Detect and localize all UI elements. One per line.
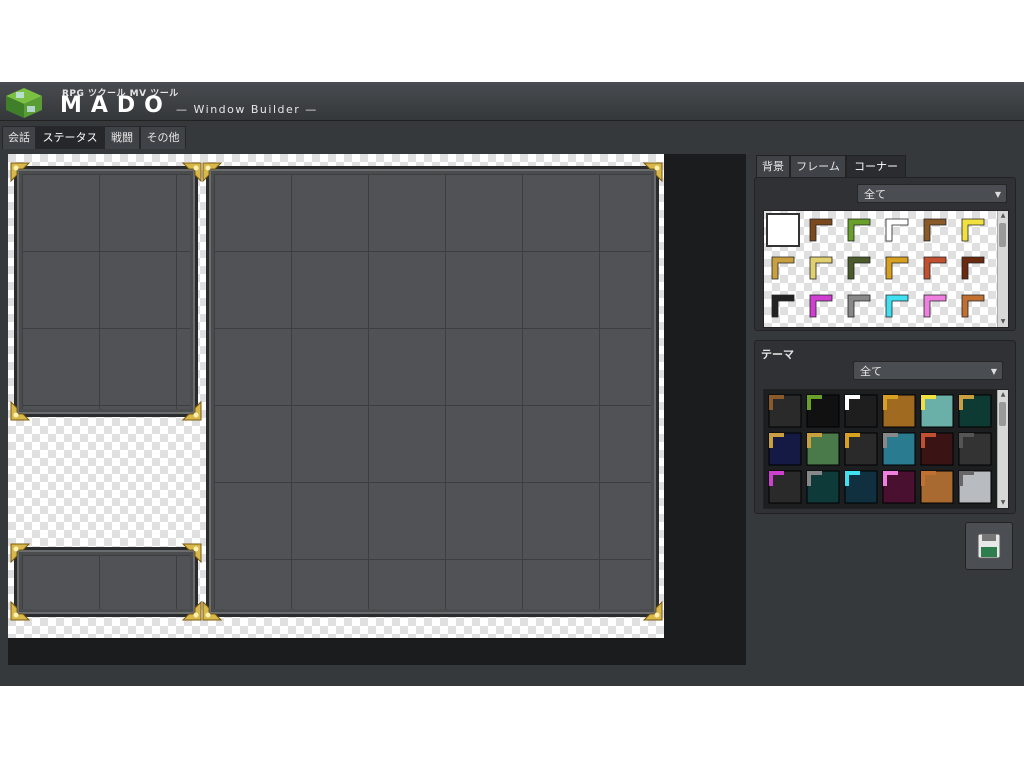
- corner-brown-small-icon[interactable]: [918, 213, 952, 247]
- scroll-thumb[interactable]: [999, 223, 1006, 247]
- gold-corner-icon: [181, 600, 202, 621]
- theme-green-dark-icon[interactable]: [958, 394, 992, 428]
- status-window-main[interactable]: [202, 162, 663, 621]
- theme-gallery[interactable]: ▲ ▼: [763, 389, 1009, 509]
- tab-other[interactable]: その他: [140, 126, 186, 149]
- theme-maroon-icon[interactable]: [920, 432, 954, 466]
- corner-copper-icon[interactable]: [956, 289, 990, 323]
- corner-wood-icon[interactable]: [804, 213, 838, 247]
- theme-scrollbar[interactable]: ▲ ▼: [997, 390, 1008, 508]
- corner-dark-brown-icon[interactable]: [956, 251, 990, 285]
- editor-canvas[interactable]: [8, 154, 746, 665]
- corner-cyan-icon[interactable]: [880, 289, 914, 323]
- corner-yellow-small-icon[interactable]: [804, 251, 838, 285]
- gold-corner-icon: [202, 162, 223, 183]
- corner-white-icon[interactable]: [880, 213, 914, 247]
- title-bar: RPG ツクール MV ツール MADO — Window Builder —: [0, 82, 1024, 121]
- tab-corner[interactable]: コーナー: [846, 155, 906, 178]
- corner-none-icon[interactable]: [766, 213, 800, 247]
- theme-filter-value: 全て: [860, 365, 882, 378]
- parts-filter-value: 全て: [864, 188, 886, 201]
- scroll-down-icon[interactable]: ▼: [998, 498, 1008, 508]
- gold-corner-icon: [10, 162, 31, 183]
- app-window: RPG ツクール MV ツール MADO — Window Builder — …: [0, 82, 1024, 686]
- theme-title: テーマ: [761, 348, 794, 361]
- chevron-down-icon: ▼: [994, 190, 1001, 199]
- gold-corner-icon: [642, 600, 663, 621]
- tab-status[interactable]: ステータス: [36, 126, 104, 149]
- gold-corner-icon: [181, 162, 202, 183]
- theme-charcoal-icon[interactable]: [958, 432, 992, 466]
- tab-frame[interactable]: フレーム: [790, 155, 846, 178]
- gold-corner-icon: [10, 400, 31, 421]
- corner-star-icon[interactable]: [956, 213, 990, 247]
- gold-corner-icon: [202, 600, 223, 621]
- theme-gold-diamond-icon[interactable]: [844, 432, 878, 466]
- theme-navy-gold-icon[interactable]: [768, 432, 802, 466]
- chevron-down-icon: ▼: [990, 367, 997, 376]
- theme-gold-wood-icon[interactable]: [882, 394, 916, 428]
- save-button[interactable]: [965, 522, 1013, 570]
- theme-panel: テーマ 全て ▼ ▲ ▼: [754, 340, 1016, 514]
- gold-corner-icon: [181, 400, 202, 421]
- corner-vine-icon[interactable]: [842, 213, 876, 247]
- scroll-thumb[interactable]: [999, 402, 1006, 426]
- app-logo: [6, 88, 42, 118]
- corner-gallery[interactable]: ▲ ▼: [763, 210, 1009, 328]
- corner-magenta-icon[interactable]: [804, 289, 838, 323]
- corner-gold-icon[interactable]: [880, 251, 914, 285]
- theme-light-stone-icon[interactable]: [958, 470, 992, 504]
- corner-pink-swirl-icon[interactable]: [918, 289, 952, 323]
- scroll-up-icon[interactable]: ▲: [998, 390, 1008, 400]
- theme-purple-dots-icon[interactable]: [768, 470, 802, 504]
- app-tagline: — Window Builder —: [176, 103, 318, 116]
- tab-battle[interactable]: 戦闘: [104, 126, 140, 149]
- corner-red-small-icon[interactable]: [918, 251, 952, 285]
- status-window-gold[interactable]: [10, 543, 202, 621]
- theme-filter-select[interactable]: 全て ▼: [853, 361, 1003, 380]
- theme-teal-star-icon[interactable]: [920, 394, 954, 428]
- parts-body: 全て ▼ ▲ ▼: [754, 177, 1016, 331]
- parts-scrollbar[interactable]: ▲ ▼: [997, 211, 1008, 327]
- theme-green-leaf-icon[interactable]: [806, 432, 840, 466]
- theme-teal-blue-icon[interactable]: [882, 432, 916, 466]
- theme-white-dark-icon[interactable]: [844, 394, 878, 428]
- gold-corner-icon: [642, 162, 663, 183]
- theme-wood-dark-icon[interactable]: [768, 394, 802, 428]
- floppy-disk-icon: [977, 533, 1001, 559]
- theme-wood-plank-icon[interactable]: [920, 470, 954, 504]
- gold-corner-icon: [181, 543, 202, 564]
- theme-cyan-frame-icon[interactable]: [844, 470, 878, 504]
- theme-vine-black-icon[interactable]: [806, 394, 840, 428]
- corner-gold-swirl-icon[interactable]: [766, 251, 800, 285]
- corner-olive-icon[interactable]: [842, 251, 876, 285]
- parts-filter-select[interactable]: 全て ▼: [857, 184, 1007, 203]
- scroll-down-icon[interactable]: ▼: [998, 317, 1008, 327]
- tab-background[interactable]: 背景: [756, 155, 790, 178]
- scroll-up-icon[interactable]: ▲: [998, 211, 1008, 221]
- app-name: MADO: [60, 93, 172, 118]
- gold-corner-icon: [10, 600, 31, 621]
- corner-gray-icon[interactable]: [842, 289, 876, 323]
- parts-panel: 背景 フレーム コーナー 全て ▼ ▲ ▼: [754, 155, 1016, 331]
- status-window-portrait[interactable]: [10, 162, 202, 421]
- theme-pink-stripe-icon[interactable]: [882, 470, 916, 504]
- gold-corner-icon: [10, 543, 31, 564]
- tab-conversation[interactable]: 会話: [2, 126, 36, 149]
- theme-teal-dark-icon[interactable]: [806, 470, 840, 504]
- corner-black-icon[interactable]: [766, 289, 800, 323]
